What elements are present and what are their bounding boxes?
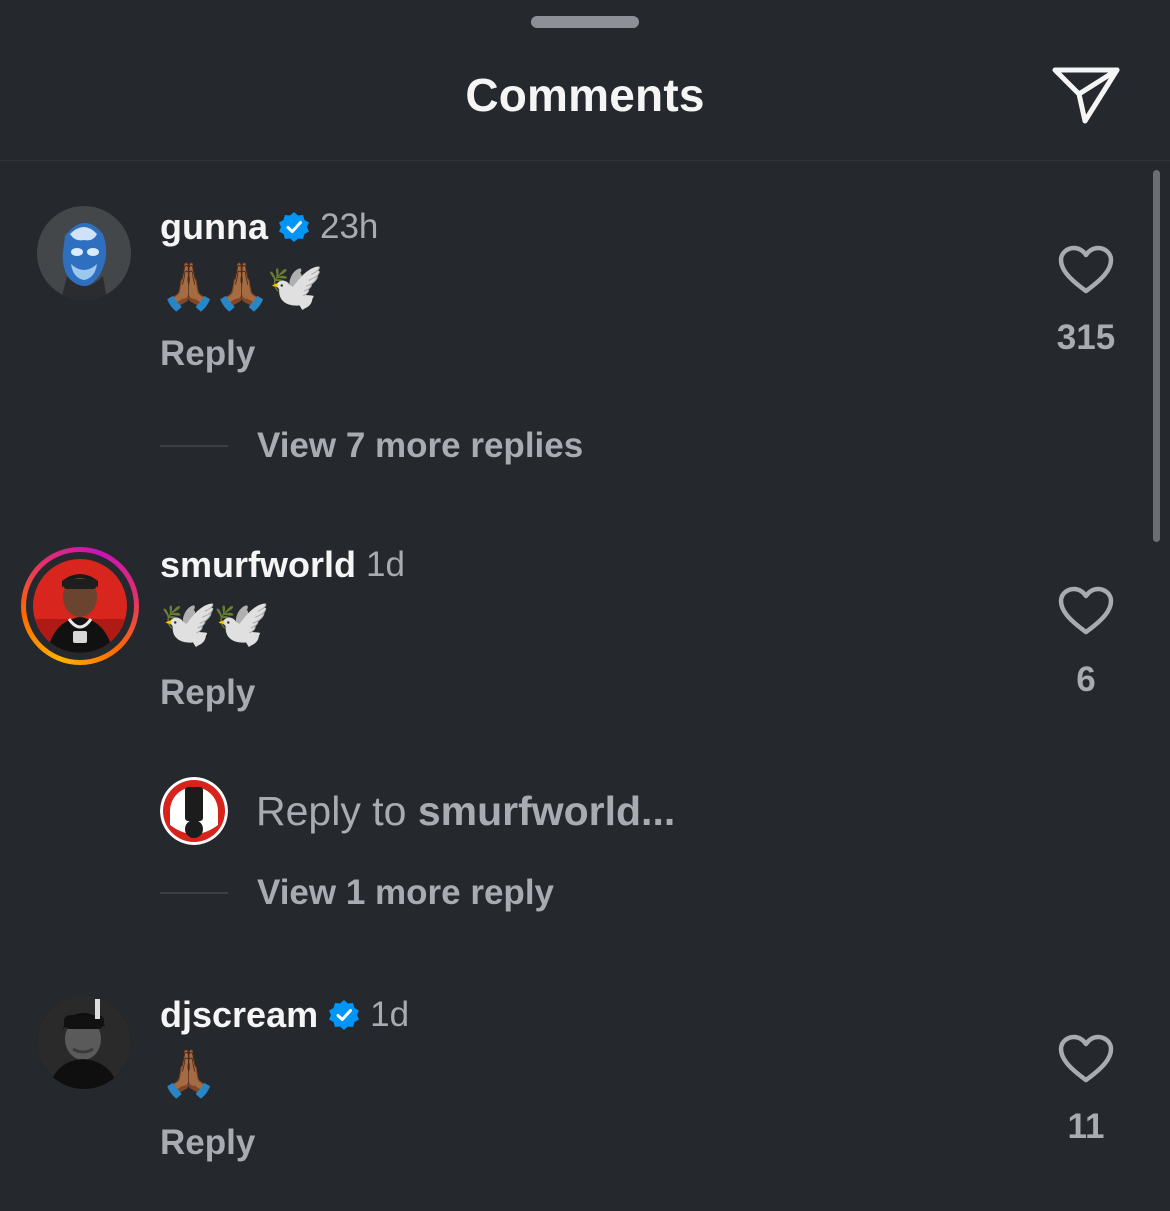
comment-time: 1d xyxy=(370,995,410,1034)
verified-badge-icon xyxy=(328,999,360,1031)
reply-button[interactable]: Reply xyxy=(160,1123,255,1163)
scrollbar[interactable] xyxy=(1153,170,1160,542)
username[interactable]: djscream xyxy=(160,994,318,1036)
like-count: 11 xyxy=(1067,1107,1105,1146)
heart-outline-icon[interactable] xyxy=(1058,1034,1114,1084)
comments-sheet: Comments gunna 23h 🙏🏾🙏🏾🕊️ Reply 315 View… xyxy=(0,0,1170,1211)
comment-item: djscream 1d 🙏🏾 Reply 11 xyxy=(0,0,1140,1200)
avatar[interactable] xyxy=(37,995,131,1089)
comment-header: djscream 1d xyxy=(160,990,409,1040)
comment-text: 🙏🏾 xyxy=(160,1046,217,1100)
